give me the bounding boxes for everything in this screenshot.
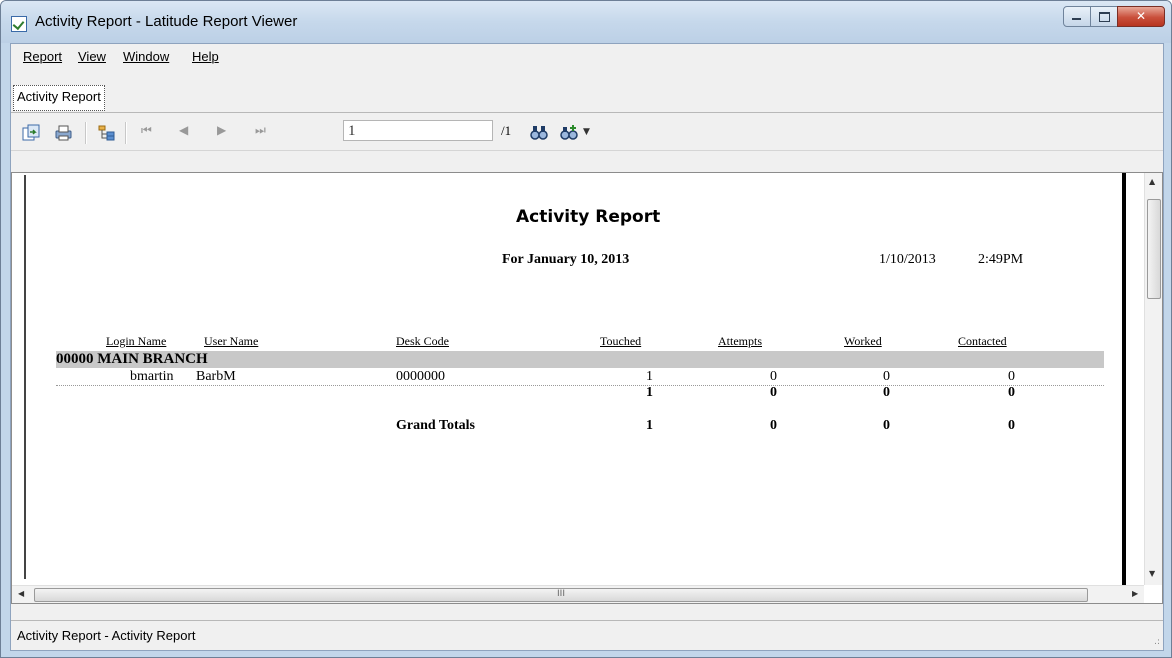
export-icon[interactable] bbox=[21, 123, 41, 143]
print-icon[interactable] bbox=[53, 123, 73, 143]
previous-page-icon[interactable]: ◀ bbox=[179, 123, 188, 137]
subtotal-contacted: 0 bbox=[1008, 385, 1015, 400]
menu-bar: Report View Window Help bbox=[11, 44, 1163, 68]
grand-total-attempts: 0 bbox=[770, 418, 777, 433]
tab-activity-report[interactable]: Activity Report bbox=[13, 85, 105, 111]
document-tabstrip: Activity Report bbox=[11, 85, 1163, 113]
group-label: 00000 MAIN BRANCH bbox=[56, 351, 208, 367]
vertical-scrollbar[interactable]: ▲ ▼ bbox=[1144, 173, 1162, 585]
toolbar-separator bbox=[125, 122, 127, 144]
cell-contacted: 0 bbox=[1008, 369, 1015, 384]
report-viewer-window: Activity Report - Latitude Report Viewer… bbox=[0, 0, 1172, 658]
menu-window[interactable]: Window bbox=[123, 49, 169, 64]
group-header-band bbox=[56, 351, 1104, 368]
status-text: Activity Report - Activity Report bbox=[17, 628, 196, 643]
page-number-input[interactable]: 1 bbox=[343, 120, 493, 141]
first-page-icon[interactable]: ⏮ bbox=[141, 123, 152, 138]
report-subtitle: For January 10, 2013 bbox=[502, 252, 630, 267]
cell-desk-code: 0000000 bbox=[396, 369, 445, 384]
report-viewer: Activity Report For January 10, 2013 1/1… bbox=[11, 172, 1163, 604]
column-header-login-name: Login Name bbox=[106, 334, 167, 348]
column-header-desk-code: Desk Code bbox=[396, 334, 449, 348]
report-date: 1/10/2013 bbox=[879, 252, 936, 267]
horizontal-scroll-thumb[interactable]: III bbox=[34, 588, 1088, 602]
menu-help[interactable]: Help bbox=[192, 49, 219, 64]
page-edge bbox=[1122, 173, 1126, 585]
client-area: Report View Window Help Activity Report bbox=[10, 43, 1164, 651]
viewer-toolbar: ⏮ ◀ ▶ ⏭ 1 /1 ▼ bbox=[11, 114, 1163, 151]
next-page-icon[interactable]: ▶ bbox=[217, 123, 226, 137]
maximize-button[interactable] bbox=[1090, 6, 1118, 27]
scroll-down-icon[interactable]: ▼ bbox=[1149, 569, 1155, 578]
cell-attempts: 0 bbox=[770, 369, 777, 384]
close-button[interactable]: ✕ bbox=[1117, 6, 1165, 27]
menu-view[interactable]: View bbox=[78, 49, 106, 64]
caption-buttons: ✕ bbox=[1063, 6, 1165, 28]
column-header-touched: Touched bbox=[600, 334, 642, 348]
chevron-down-icon[interactable]: ▼ bbox=[583, 127, 590, 137]
window-title: Activity Report - Latitude Report Viewer bbox=[35, 13, 298, 30]
scroll-up-icon[interactable]: ▲ bbox=[1149, 177, 1155, 186]
find-icon[interactable] bbox=[529, 123, 549, 143]
column-header-user-name: User Name bbox=[204, 334, 259, 348]
report-time: 2:49PM bbox=[978, 252, 1024, 267]
subtotal-attempts: 0 bbox=[770, 385, 777, 400]
scroll-right-icon[interactable]: ▶ bbox=[1132, 589, 1138, 598]
horizontal-scrollbar[interactable]: ◀ III ▶ bbox=[12, 585, 1144, 603]
page-total: /1 bbox=[501, 123, 512, 138]
subtotal-touched: 1 bbox=[646, 385, 653, 400]
scroll-left-icon[interactable]: ◀ bbox=[18, 589, 24, 598]
toolbar-separator bbox=[85, 122, 87, 144]
vertical-scroll-thumb[interactable] bbox=[1147, 199, 1161, 299]
row-divider bbox=[56, 385, 1104, 386]
resize-grip-icon[interactable]: .: bbox=[1154, 637, 1160, 647]
cell-touched: 1 bbox=[646, 369, 653, 384]
cell-worked: 0 bbox=[883, 369, 890, 384]
cell-user-name: BarbM bbox=[196, 369, 236, 384]
menu-report[interactable]: Report bbox=[23, 49, 62, 64]
column-header-worked: Worked bbox=[844, 334, 882, 348]
column-header-contacted: Contacted bbox=[958, 334, 1007, 348]
last-page-icon[interactable]: ⏭ bbox=[255, 123, 266, 138]
zoom-icon[interactable] bbox=[559, 123, 579, 143]
minimize-button[interactable] bbox=[1063, 6, 1091, 27]
maximize-icon bbox=[1099, 12, 1110, 22]
title-bar: Activity Report - Latitude Report Viewer… bbox=[1, 1, 1171, 43]
cell-login-name: bmartin bbox=[130, 369, 174, 384]
app-icon bbox=[11, 16, 27, 32]
report-title: Activity Report bbox=[516, 207, 661, 227]
grand-total-worked: 0 bbox=[883, 418, 890, 433]
grand-total-contacted: 0 bbox=[1008, 418, 1015, 433]
grand-total-touched: 1 bbox=[646, 418, 653, 433]
report-page: Activity Report For January 10, 2013 1/1… bbox=[24, 175, 1126, 579]
subtotal-worked: 0 bbox=[883, 385, 890, 400]
minimize-icon bbox=[1072, 18, 1081, 20]
status-bar: Activity Report - Activity Report .: bbox=[11, 620, 1163, 650]
group-tree-icon[interactable] bbox=[97, 123, 117, 143]
close-icon: ✕ bbox=[1135, 9, 1147, 23]
column-header-attempts: Attempts bbox=[718, 334, 762, 348]
grand-totals-label: Grand Totals bbox=[396, 418, 475, 433]
